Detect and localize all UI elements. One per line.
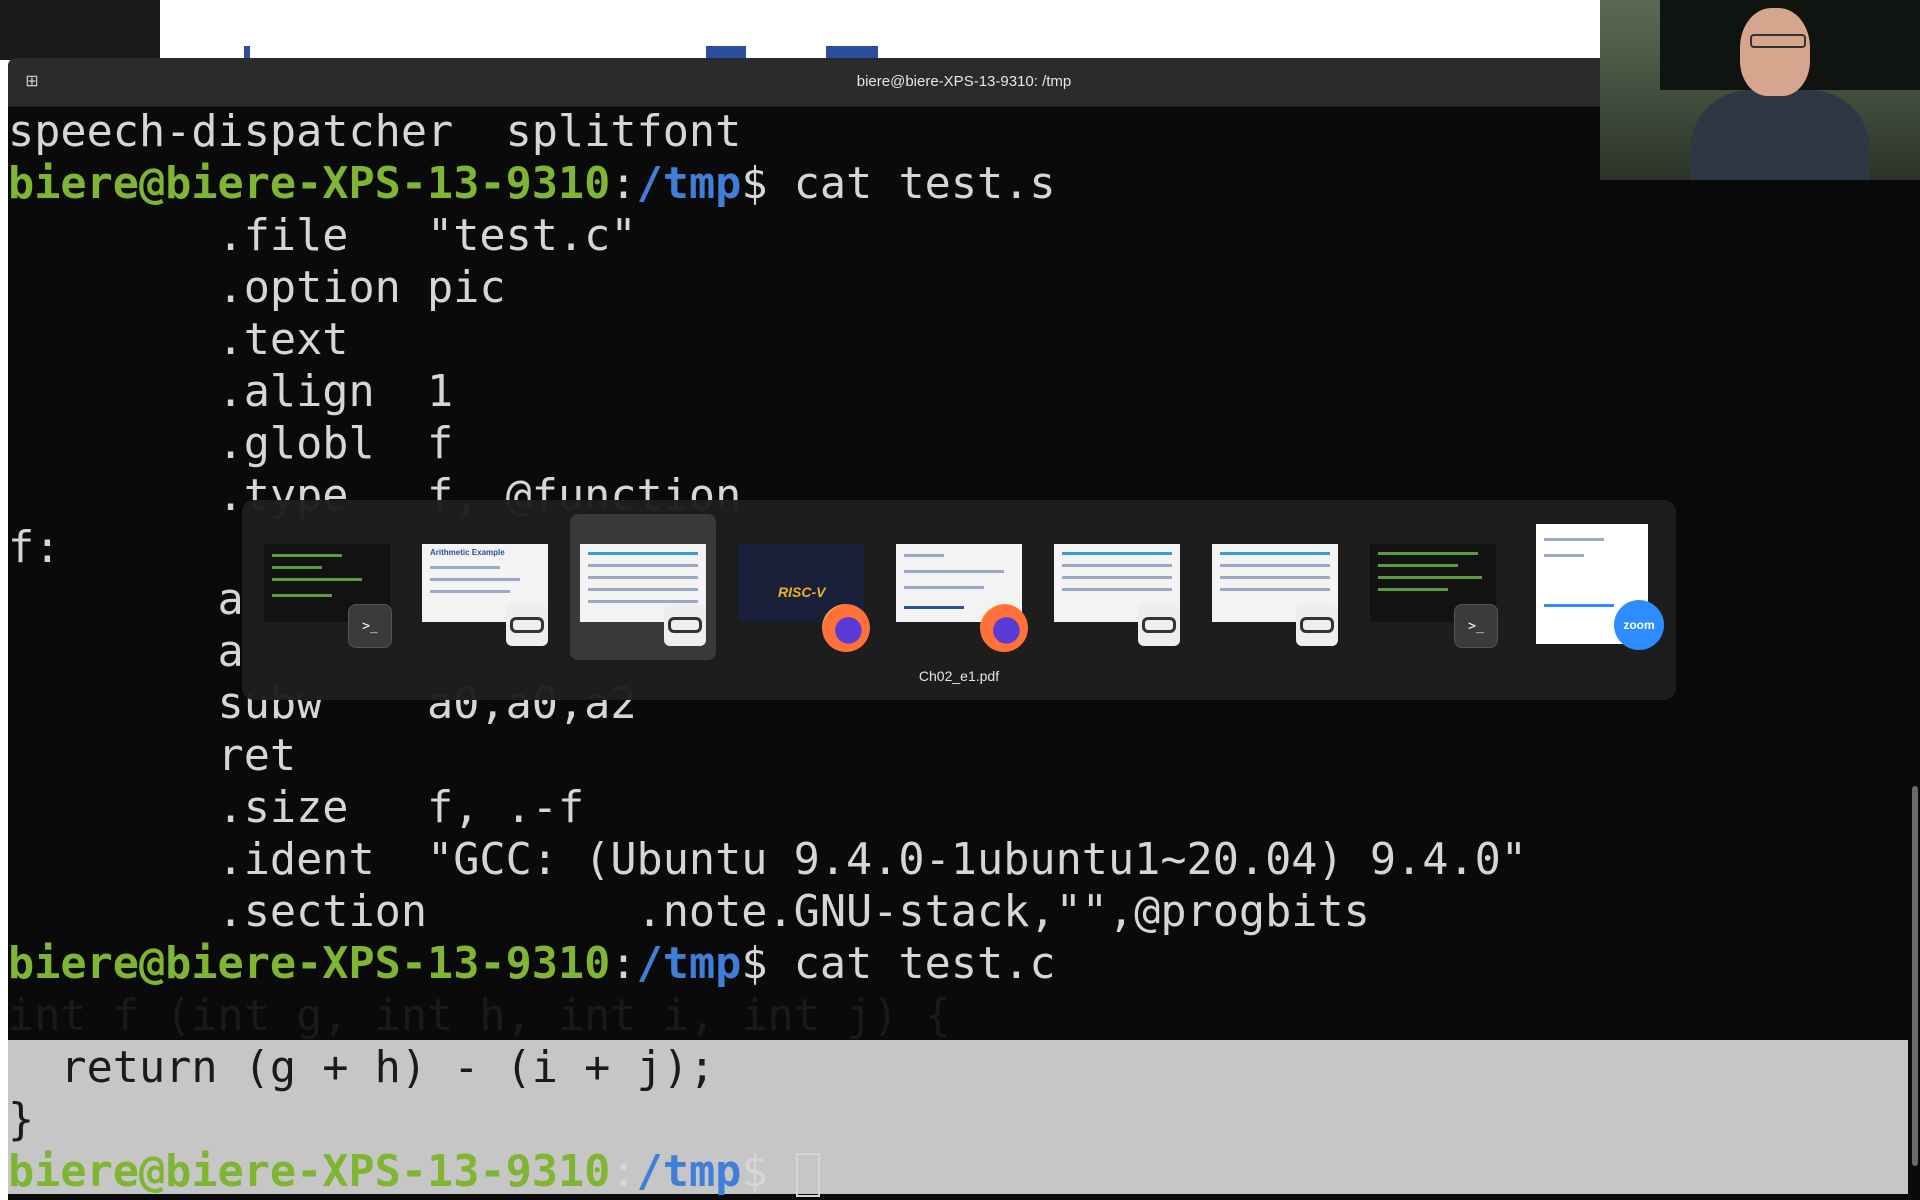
terminal-line: speech-dispatcher splitfont (8, 107, 742, 157)
firefox-icon (980, 604, 1028, 652)
background-document-window (160, 0, 1600, 60)
document-viewer-icon (664, 604, 706, 646)
prompt-command: cat test.c (767, 939, 1056, 989)
switcher-item-firefox[interactable]: RISC-V (728, 514, 874, 660)
prompt-path: /tmp (636, 939, 742, 989)
selected-line: int f (int g, int h, int i, int j) { (8, 991, 951, 1041)
switcher-selected-label: Ch02_e1.pdf (918, 668, 1000, 684)
firefox-icon (822, 604, 870, 652)
prompt-path: /tmp (636, 159, 742, 209)
terminal-line: .text (8, 315, 349, 365)
terminal-prompt-line: biere@biere-XPS-13-9310:/tmp$ cat test.c (8, 939, 1056, 989)
app-switcher[interactable]: >_ Arithmetic Example RISC-V >_ zoom Ch0… (242, 500, 1676, 700)
switcher-item-firefox[interactable] (886, 514, 1032, 660)
terminal-line: .align 1 (8, 367, 454, 417)
prompt-symbol: $ (741, 1147, 768, 1197)
terminal-icon: >_ (348, 604, 392, 648)
thumbnail-title: RISC-V (778, 584, 826, 600)
terminal-line: .option pic (8, 263, 506, 313)
zoom-icon: zoom (1614, 600, 1664, 650)
text-cursor (795, 1152, 820, 1197)
scrollbar[interactable] (1912, 786, 1918, 1166)
terminal-prompt-line: biere@biere-XPS-13-9310:/tmp$ cat test.s (8, 159, 1056, 209)
terminal-line: .size f, .-f (8, 783, 585, 833)
terminal-line: a (8, 575, 244, 625)
switcher-item-document-viewer[interactable] (1202, 514, 1348, 660)
thumbnail-title: Arithmetic Example (430, 548, 505, 557)
selected-line: return (g + h) - (i + j); (8, 1043, 716, 1093)
document-viewer-icon (1138, 604, 1180, 646)
terminal-line: .section .note.GNU-stack,"",@progbits (8, 887, 1370, 937)
terminal-line: .globl f (8, 419, 454, 469)
prompt-path: /tmp (636, 1147, 742, 1197)
prompt-symbol: $ (741, 939, 768, 989)
selected-line: } (8, 1095, 35, 1145)
terminal-prompt-line[interactable]: biere@biere-XPS-13-9310:/tmp$ (8, 1146, 820, 1198)
switcher-item-document-viewer[interactable]: Arithmetic Example (412, 514, 558, 660)
prompt-symbol: $ (741, 159, 768, 209)
document-viewer-icon (1296, 604, 1338, 646)
terminal-line: f: (8, 523, 61, 573)
switcher-item-terminal[interactable]: >_ (1360, 514, 1506, 660)
document-viewer-icon (506, 604, 548, 646)
switcher-item-document-viewer[interactable] (1044, 514, 1190, 660)
prompt-user: biere@biere-XPS-13-9310 (8, 159, 611, 209)
desktop-background (0, 0, 160, 60)
switcher-item-zoom[interactable]: zoom (1518, 514, 1664, 660)
terminal-line: ret (8, 731, 297, 781)
prompt-command: cat test.s (767, 159, 1056, 209)
terminal-line: .ident "GCC: (Ubuntu 9.4.0-1ubuntu1~20.0… (8, 835, 1527, 885)
switcher-item-terminal[interactable]: >_ (254, 514, 400, 660)
terminal-line: .file "test.c" (8, 211, 637, 261)
terminal-line: a (8, 627, 244, 677)
prompt-user: biere@biere-XPS-13-9310 (8, 939, 611, 989)
webcam-person-head (1740, 8, 1810, 96)
glasses-icon (1750, 34, 1806, 48)
webcam-person-body (1690, 90, 1870, 180)
switcher-item-document-viewer-selected[interactable] (570, 514, 716, 660)
terminal-icon: >_ (1454, 604, 1498, 648)
webcam-overlay (1600, 0, 1920, 180)
prompt-user: biere@biere-XPS-13-9310 (8, 1147, 611, 1197)
